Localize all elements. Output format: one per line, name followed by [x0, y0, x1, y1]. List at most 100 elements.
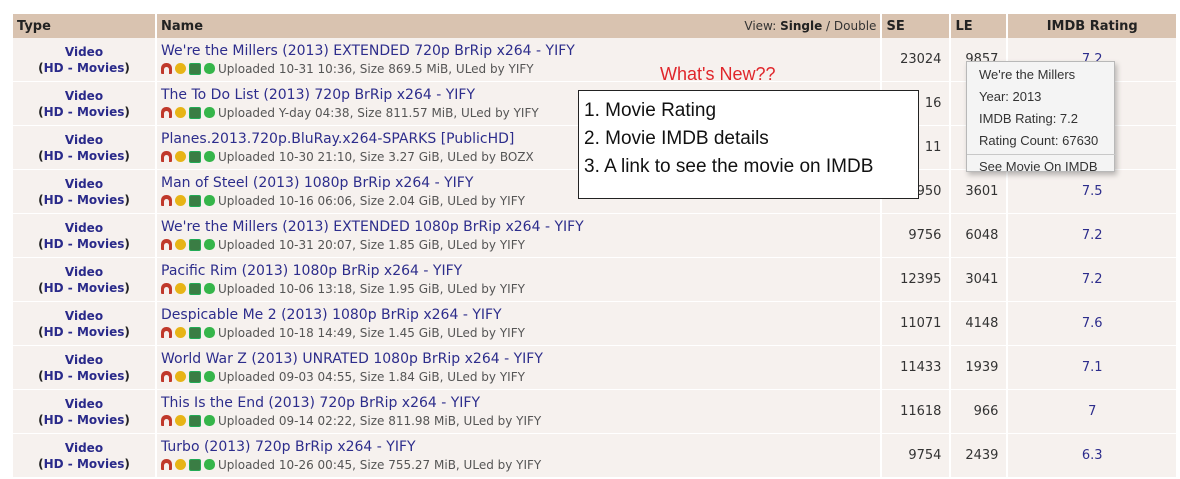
category-sub-link[interactable]: HD - Movies [44, 237, 125, 251]
seeders-cell: 11071 [882, 302, 952, 346]
magnet-icon[interactable] [161, 459, 172, 470]
table-row: Video (HD - Movies) We're the Millers (201… [13, 214, 1176, 258]
category-type-link[interactable]: Video [13, 352, 155, 368]
header-imdb-rating[interactable]: IMDB Rating [1008, 14, 1176, 38]
torrent-title-link[interactable]: We're the Millers (2013) EXTENDED 720p B… [161, 43, 880, 60]
category-cell: Video (HD - Movies) [13, 258, 157, 302]
header-name-label[interactable]: Name [161, 19, 203, 34]
magnet-icon[interactable] [161, 195, 172, 206]
category-cell: Video (HD - Movies) [13, 302, 157, 346]
comment-icon[interactable] [175, 107, 186, 118]
header-type-label[interactable]: Type [17, 19, 51, 34]
trusted-uploader-icon [204, 107, 215, 118]
comment-icon[interactable] [175, 195, 186, 206]
category-type-link[interactable]: Video [13, 220, 155, 236]
name-cell: Despicable Me 2 (2013) 1080p BrRip x264 … [157, 302, 883, 346]
table-row: Video (HD - Movies) Pacific Rim (2013) 108… [13, 258, 1176, 302]
category-sub: (HD - Movies) [13, 368, 155, 384]
category-type-link[interactable]: Video [13, 440, 155, 456]
torrent-details: Uploaded 10-31 20:07, Size 1.85 GiB, ULe… [161, 237, 880, 253]
torrent-title-link[interactable]: Pacific Rim (2013) 1080p BrRip x264 - YI… [161, 263, 880, 280]
header-type[interactable]: Type [13, 14, 157, 38]
view-double-link[interactable]: Double [834, 19, 877, 33]
category-sub-link[interactable]: HD - Movies [44, 193, 125, 207]
magnet-icon[interactable] [161, 107, 172, 118]
header-se[interactable]: SE [882, 14, 952, 38]
comment-icon[interactable] [175, 459, 186, 470]
image-icon [189, 106, 201, 119]
image-icon [189, 414, 201, 427]
header-imdb-label[interactable]: IMDB Rating [1047, 19, 1138, 34]
header-le-label[interactable]: LE [955, 19, 972, 34]
comment-icon[interactable] [175, 239, 186, 250]
imdb-rating-link[interactable]: 7.1 [1082, 360, 1103, 375]
category-sub-link[interactable]: HD - Movies [44, 325, 125, 339]
category-sub: (HD - Movies) [13, 148, 155, 164]
magnet-icon[interactable] [161, 239, 172, 250]
close-paren: ) [124, 148, 130, 163]
imdb-rating-link[interactable]: 7 [1088, 404, 1096, 419]
category-type-link[interactable]: Video [13, 88, 155, 104]
category-cell: Video (HD - Movies) [13, 346, 157, 390]
category-type-link[interactable]: Video [13, 44, 155, 60]
close-paren: ) [124, 236, 130, 251]
upload-details-text: Uploaded 10-26 00:45, Size 755.27 MiB, U… [218, 457, 542, 472]
magnet-icon[interactable] [161, 63, 172, 74]
magnet-icon[interactable] [161, 415, 172, 426]
image-icon [189, 194, 201, 207]
category-type-link[interactable]: Video [13, 396, 155, 412]
comment-icon[interactable] [175, 283, 186, 294]
category-type-link[interactable]: Video [13, 176, 155, 192]
category-type-link[interactable]: Video [13, 308, 155, 324]
leechers-cell: 6048 [951, 214, 1009, 258]
trusted-uploader-icon [204, 151, 215, 162]
comment-icon[interactable] [175, 327, 186, 338]
header-le[interactable]: LE [951, 14, 1009, 38]
torrent-title-link[interactable]: Turbo (2013) 720p BrRip x264 - YIFY [161, 439, 880, 456]
upload-details-text: Uploaded 09-14 02:22, Size 811.98 MiB, U… [218, 413, 542, 428]
imdb-rating-link[interactable]: 6.3 [1082, 448, 1103, 463]
category-type-link[interactable]: Video [13, 132, 155, 148]
magnet-icon[interactable] [161, 327, 172, 338]
category-sub-link[interactable]: HD - Movies [44, 281, 125, 295]
header-name[interactable]: Name View: Single / Double [157, 14, 883, 38]
torrent-title-link[interactable]: This Is the End (2013) 720p BrRip x264 -… [161, 395, 880, 412]
seeders-cell: 9754 [882, 434, 952, 478]
category-sub-link[interactable]: HD - Movies [44, 413, 125, 427]
comment-icon[interactable] [175, 415, 186, 426]
tooltip-rating: IMDB Rating: 7.2 [979, 111, 1078, 126]
annotation-item: 3. A link to see the movie on IMDB [584, 156, 874, 177]
seeders-cell: 11433 [882, 346, 952, 390]
torrent-title-link[interactable]: We're the Millers (2013) EXTENDED 1080p … [161, 219, 880, 236]
magnet-icon[interactable] [161, 151, 172, 162]
category-sub-link[interactable]: HD - Movies [44, 369, 125, 383]
category-sub: (HD - Movies) [13, 236, 155, 252]
magnet-icon[interactable] [161, 283, 172, 294]
category-sub-link[interactable]: HD - Movies [44, 149, 125, 163]
category-type-link[interactable]: Video [13, 264, 155, 280]
name-cell: Pacific Rim (2013) 1080p BrRip x264 - YI… [157, 258, 883, 302]
imdb-rating-link[interactable]: 7.2 [1082, 272, 1103, 287]
magnet-icon[interactable] [161, 371, 172, 382]
see-on-imdb-link[interactable]: See Movie On IMDB [979, 158, 1114, 180]
category-cell: Video (HD - Movies) [13, 214, 157, 258]
torrent-title-link[interactable]: World War Z (2013) UNRATED 1080p BrRip x… [161, 351, 880, 368]
tooltip-count: Rating Count: 67630 [979, 133, 1099, 148]
category-sub-link[interactable]: HD - Movies [44, 105, 125, 119]
category-sub-link[interactable]: HD - Movies [44, 61, 125, 75]
upload-details-text: Uploaded 10-31 20:07, Size 1.85 GiB, ULe… [218, 237, 525, 252]
torrent-title-link[interactable]: Despicable Me 2 (2013) 1080p BrRip x264 … [161, 307, 880, 324]
imdb-rating-link[interactable]: 7.5 [1082, 184, 1103, 199]
category-sub-link[interactable]: HD - Movies [44, 457, 125, 471]
comment-icon[interactable] [175, 151, 186, 162]
imdb-rating-link[interactable]: 7.2 [1082, 228, 1103, 243]
trusted-uploader-icon [204, 327, 215, 338]
comment-icon[interactable] [175, 63, 186, 74]
image-icon [189, 150, 201, 163]
imdb-rating-link[interactable]: 7.6 [1082, 316, 1103, 331]
comment-icon[interactable] [175, 371, 186, 382]
close-paren: ) [124, 280, 130, 295]
trusted-uploader-icon [204, 63, 215, 74]
header-se-label[interactable]: SE [886, 19, 904, 34]
view-single-link[interactable]: Single [780, 19, 822, 33]
